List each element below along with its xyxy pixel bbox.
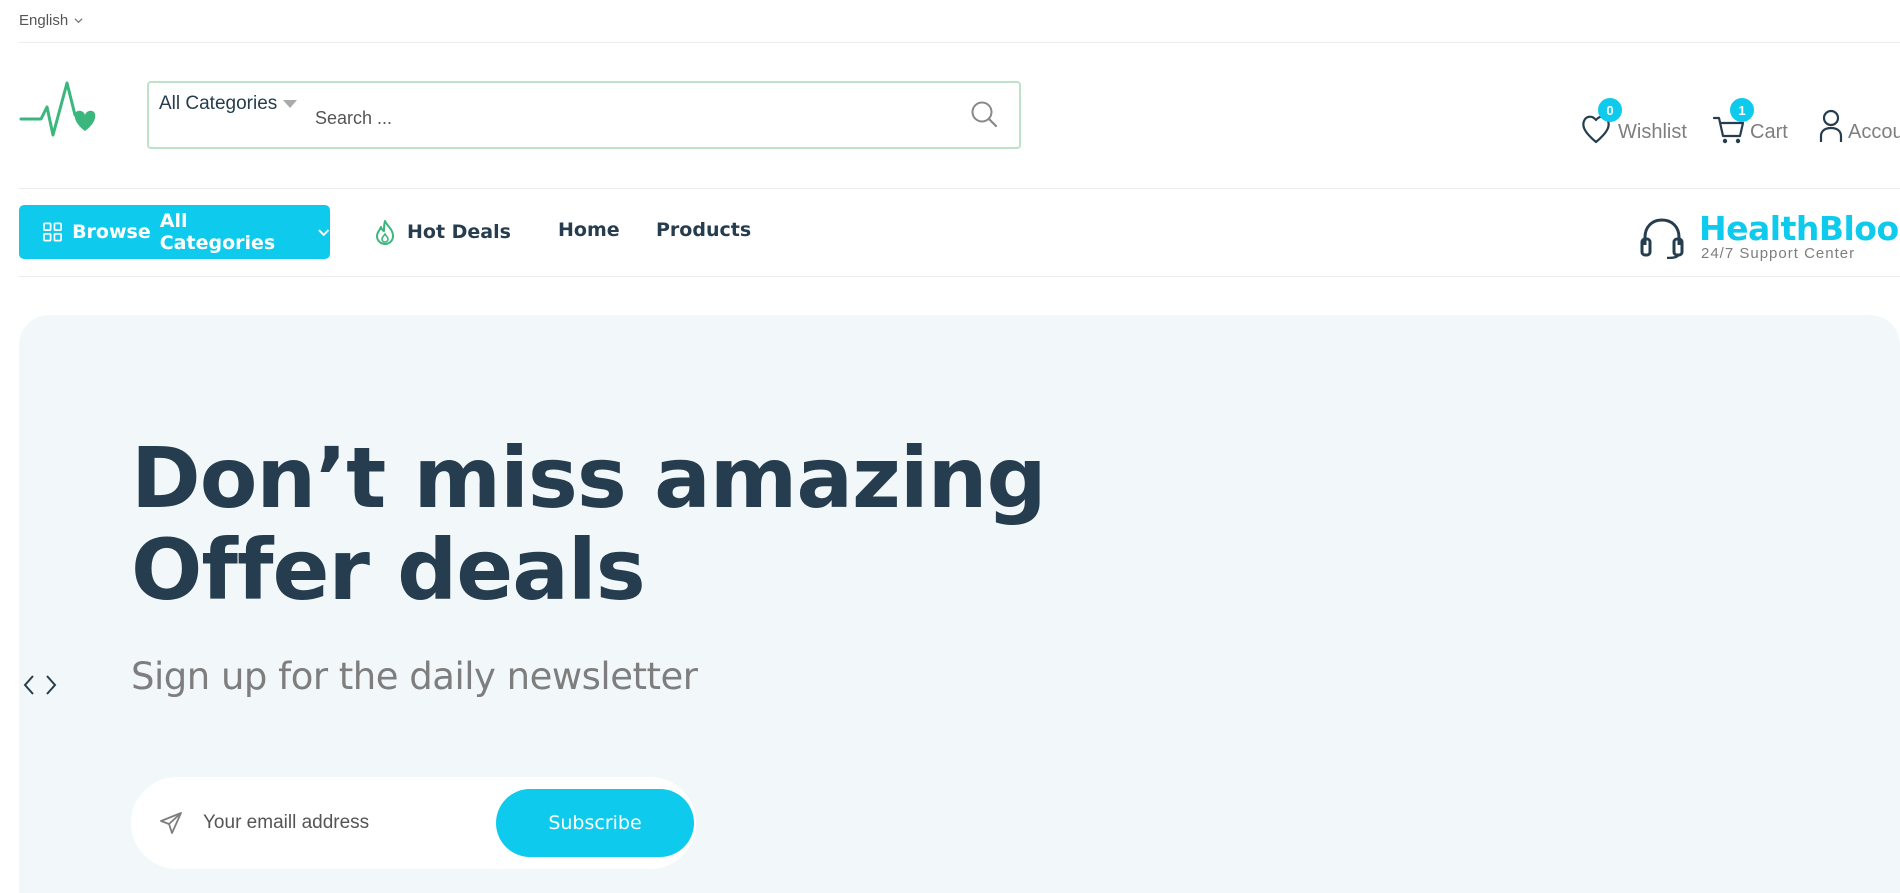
support-subtitle: 24/7 Support Center (1701, 245, 1856, 262)
wishlist-link[interactable]: 0 Wishlist (1580, 96, 1687, 146)
subscribe-button[interactable]: Subscribe (496, 789, 694, 857)
hero-title-line-2: Offer deals (131, 521, 646, 619)
email-field[interactable] (203, 807, 473, 839)
category-select[interactable]: All Categories (159, 93, 298, 115)
main-nav: Browse All Categories Hot Deals Home Pro… (19, 189, 1900, 277)
caret-down-icon (283, 100, 298, 108)
nav-link-home[interactable]: Home (558, 219, 620, 241)
language-label: English (19, 12, 69, 29)
browse-label-categories: All Categories (159, 210, 276, 254)
search-icon[interactable] (969, 99, 999, 129)
header: All Categories 0 Wishlist (19, 43, 1900, 189)
logo-icon[interactable] (19, 79, 105, 143)
headphones-icon (1640, 218, 1684, 259)
support-center: HealthBloom 24/7 Support Center (1639, 207, 1900, 262)
account-label: Account (1848, 121, 1900, 143)
cart-label: Cart (1750, 121, 1788, 143)
chevron-left-icon (23, 675, 34, 695)
language-selector[interactable]: English (19, 12, 83, 29)
nav-link-label: Home (558, 219, 620, 241)
account-link[interactable]: Account (1818, 96, 1900, 146)
hero-title: Don’t miss amazing Offer deals (131, 429, 1047, 619)
fire-icon (376, 220, 394, 245)
slider-next-button[interactable] (44, 673, 58, 697)
wishlist-count-badge: 0 (1598, 98, 1622, 122)
page: English All Categories Search ... 0 Wish… (0, 0, 1900, 893)
search-input[interactable] (315, 103, 915, 133)
nav-link-label: Products (656, 219, 752, 241)
user-icon (1819, 109, 1843, 142)
hero-banner: Don’t miss amazing Offer deals Sign up f… (19, 315, 1900, 893)
cart-count-badge: 1 (1730, 98, 1754, 122)
cart-link[interactable]: 1 Cart (1712, 96, 1788, 146)
user-icon-wrap (1818, 106, 1844, 146)
category-select-value: All Categories (159, 93, 278, 114)
slider-arrows (22, 673, 58, 697)
newsletter-form: Subscribe (131, 777, 696, 869)
send-icon (160, 812, 182, 834)
browse-label: Browse (72, 221, 151, 243)
heart-icon-wrap: 0 (1580, 98, 1622, 146)
nav-link-label: Hot Deals (407, 221, 511, 243)
chevron-right-icon (46, 675, 57, 695)
cart-icon-wrap: 1 (1712, 98, 1754, 146)
top-bar: English (19, 0, 1900, 43)
nav-link-hot-deals[interactable]: Hot Deals (373, 219, 511, 245)
search-bar: All Categories (147, 81, 1021, 149)
chevron-down-icon (74, 18, 83, 24)
browse-categories-button[interactable]: Browse All Categories (19, 205, 330, 259)
chevron-down-icon (317, 229, 329, 237)
nav-link-products[interactable]: Products (656, 219, 751, 241)
support-brand: HealthBloom (1699, 209, 1900, 248)
wishlist-label: Wishlist (1618, 121, 1687, 143)
grid-icon (43, 222, 62, 242)
hero-subtitle: Sign up for the daily newsletter (131, 655, 698, 698)
slider-prev-button[interactable] (22, 673, 36, 697)
hero-title-line-1: Don’t miss amazing (131, 429, 1047, 527)
